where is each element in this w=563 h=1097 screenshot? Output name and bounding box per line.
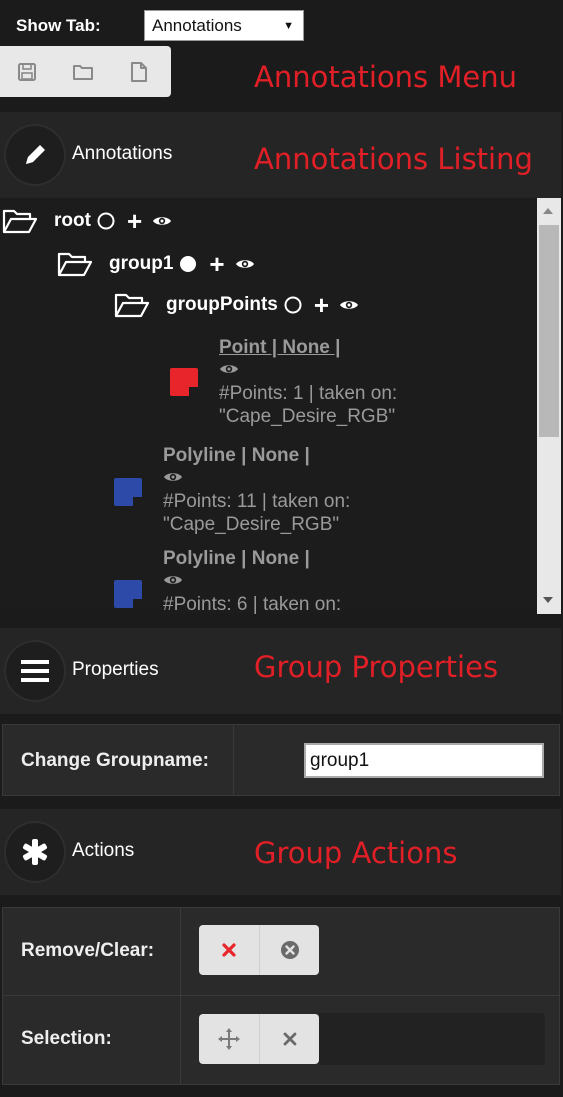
clear-button[interactable] — [259, 925, 319, 975]
tree-node-grouppoints[interactable]: groupPoints + — [114, 292, 359, 318]
annotation-color-swatch[interactable] — [170, 368, 198, 396]
annotation-info: #Points: 1 | taken on: — [219, 383, 398, 404]
selection-tray — [319, 1013, 545, 1065]
remove-button[interactable] — [199, 925, 259, 975]
annotation-color-swatch[interactable] — [114, 478, 142, 506]
close-icon — [283, 1032, 296, 1046]
selection-label: Selection: — [21, 1028, 112, 1049]
folder-open-icon — [114, 293, 150, 318]
folder-open-icon — [2, 209, 38, 234]
radio-empty-icon[interactable] — [284, 296, 302, 314]
scroll-down-icon[interactable] — [543, 597, 553, 603]
annotation-source: "Cape_Desire_RGB" — [219, 406, 396, 427]
annotation-title[interactable]: Polyline | None | — [163, 547, 341, 570]
show-tab-label: Show Tab: — [16, 16, 101, 35]
callout-group-actions: Group Actions — [254, 836, 458, 870]
radio-filled-icon[interactable] — [179, 255, 197, 273]
callout-group-properties: Group Properties — [254, 650, 499, 684]
clear-circle-icon — [280, 941, 299, 959]
pencil-icon — [4, 124, 66, 186]
annotations-menu — [0, 46, 171, 97]
scroll-up-icon[interactable] — [543, 208, 553, 214]
callout-annotations-listing: Annotations Listing — [254, 142, 533, 176]
actions-table: Remove/Clear: Selection: — [2, 907, 560, 1085]
annotation-title[interactable]: Point | None | — [219, 336, 397, 359]
move-selection-button[interactable] — [199, 1014, 259, 1064]
menu-lines-icon — [4, 640, 66, 702]
annotations-section-title: Annotations — [72, 143, 173, 164]
annotation-info: #Points: 11 | taken on: — [163, 491, 351, 512]
eye-icon[interactable] — [152, 214, 172, 228]
remove-clear-label: Remove/Clear: — [21, 940, 155, 961]
tab-select[interactable]: Annotations ▼ — [144, 10, 304, 41]
divider — [3, 995, 559, 996]
remove-x-icon — [222, 943, 236, 957]
callout-annotations-menu: Annotations Menu — [254, 60, 517, 94]
annotation-tree: root + group1 + groupPoints + Point | No… — [0, 198, 561, 614]
folder-icon[interactable] — [70, 59, 96, 85]
eye-icon[interactable] — [163, 467, 350, 490]
move-arrows-icon — [218, 1028, 240, 1050]
tree-leaf-point[interactable]: Point | None | #Points: 1 | taken on: "C… — [219, 336, 397, 428]
document-icon[interactable] — [126, 59, 152, 85]
tree-scrollbar-thumb[interactable] — [539, 225, 559, 437]
asterisk-icon — [4, 821, 66, 883]
divider — [180, 908, 181, 1084]
add-icon[interactable]: + — [314, 292, 329, 318]
folder-open-icon — [57, 252, 93, 277]
tree-node-label: root — [54, 210, 91, 231]
actions-section-title: Actions — [72, 840, 135, 861]
annotation-color-swatch[interactable] — [114, 580, 142, 608]
groupname-input[interactable] — [304, 743, 544, 778]
radio-empty-icon[interactable] — [97, 212, 115, 230]
divider — [233, 725, 234, 795]
eye-icon[interactable] — [339, 298, 359, 312]
tree-node-label: groupPoints — [166, 294, 278, 315]
annotation-info: #Points: 6 | taken on: — [163, 594, 342, 614]
clear-selection-button[interactable] — [259, 1014, 319, 1064]
annotation-source: "Cape_Desire_RGB" — [163, 514, 340, 535]
annotation-title[interactable]: Polyline | None | — [163, 444, 350, 467]
save-icon[interactable] — [14, 59, 40, 85]
tree-node-root[interactable]: root + — [2, 208, 172, 234]
eye-icon[interactable] — [163, 570, 341, 593]
eye-icon[interactable] — [219, 359, 397, 382]
add-icon[interactable]: + — [209, 251, 224, 277]
tree-node-group1[interactable]: group1 + — [57, 251, 255, 277]
dropdown-arrow-icon: ▼ — [283, 19, 294, 32]
tree-leaf-polyline[interactable]: Polyline | None | #Points: 11 | taken on… — [163, 444, 350, 536]
tab-select-value: Annotations — [152, 15, 242, 35]
properties-section-title: Properties — [72, 659, 159, 680]
tree-leaf-polyline[interactable]: Polyline | None | #Points: 6 | taken on: — [163, 547, 341, 614]
eye-icon[interactable] — [235, 257, 255, 271]
change-groupname-label: Change Groupname: — [21, 750, 209, 771]
tree-node-label: group1 — [109, 253, 174, 274]
add-icon[interactable]: + — [127, 208, 142, 234]
